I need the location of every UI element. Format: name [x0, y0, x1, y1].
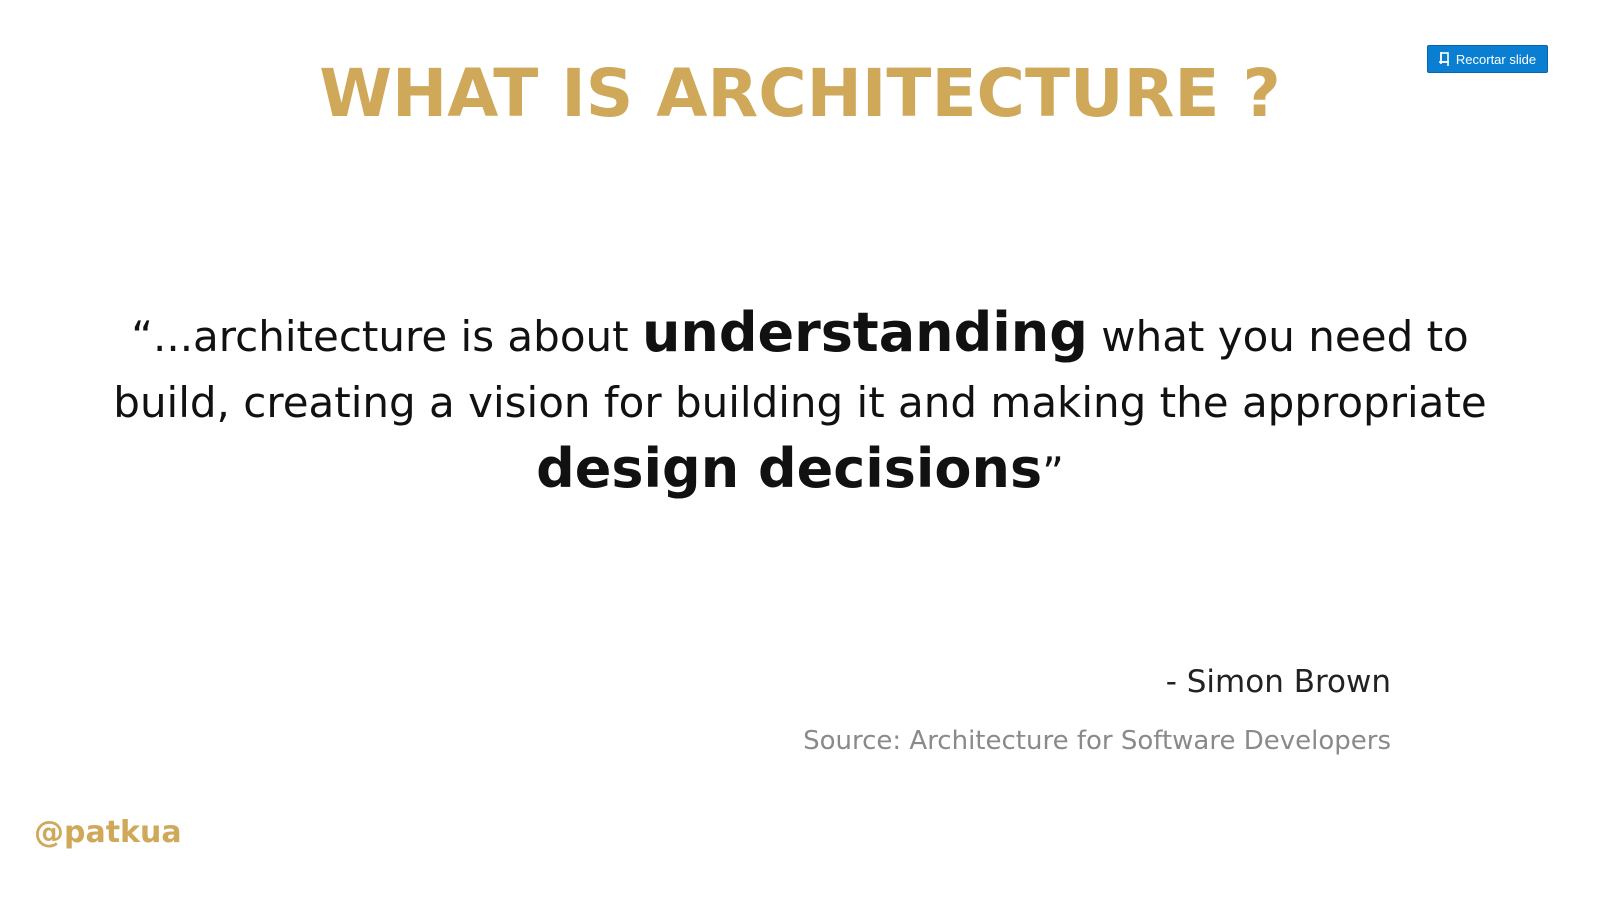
- clip-slide-icon: [1438, 52, 1451, 66]
- slide: WHAT IS ARCHITECTURE ? Recortar slide “.…: [0, 0, 1600, 900]
- clip-slide-label: Recortar slide: [1455, 51, 1537, 67]
- twitter-handle: @patkua: [34, 815, 182, 850]
- quote-emphasis-design-decisions: design decisions: [536, 437, 1043, 500]
- quote-author: - Simon Brown: [1165, 664, 1391, 700]
- quote-part-1: “...architecture is about: [131, 312, 642, 361]
- quote-text: “...architecture is about understanding …: [80, 300, 1520, 506]
- clip-slide-button[interactable]: Recortar slide: [1427, 45, 1548, 73]
- quote-source: Source: Architecture for Software Develo…: [803, 726, 1391, 756]
- quote-emphasis-understanding: understanding: [641, 301, 1088, 364]
- slide-title: WHAT IS ARCHITECTURE ?: [319, 55, 1281, 132]
- quote-part-3: ”: [1042, 448, 1064, 497]
